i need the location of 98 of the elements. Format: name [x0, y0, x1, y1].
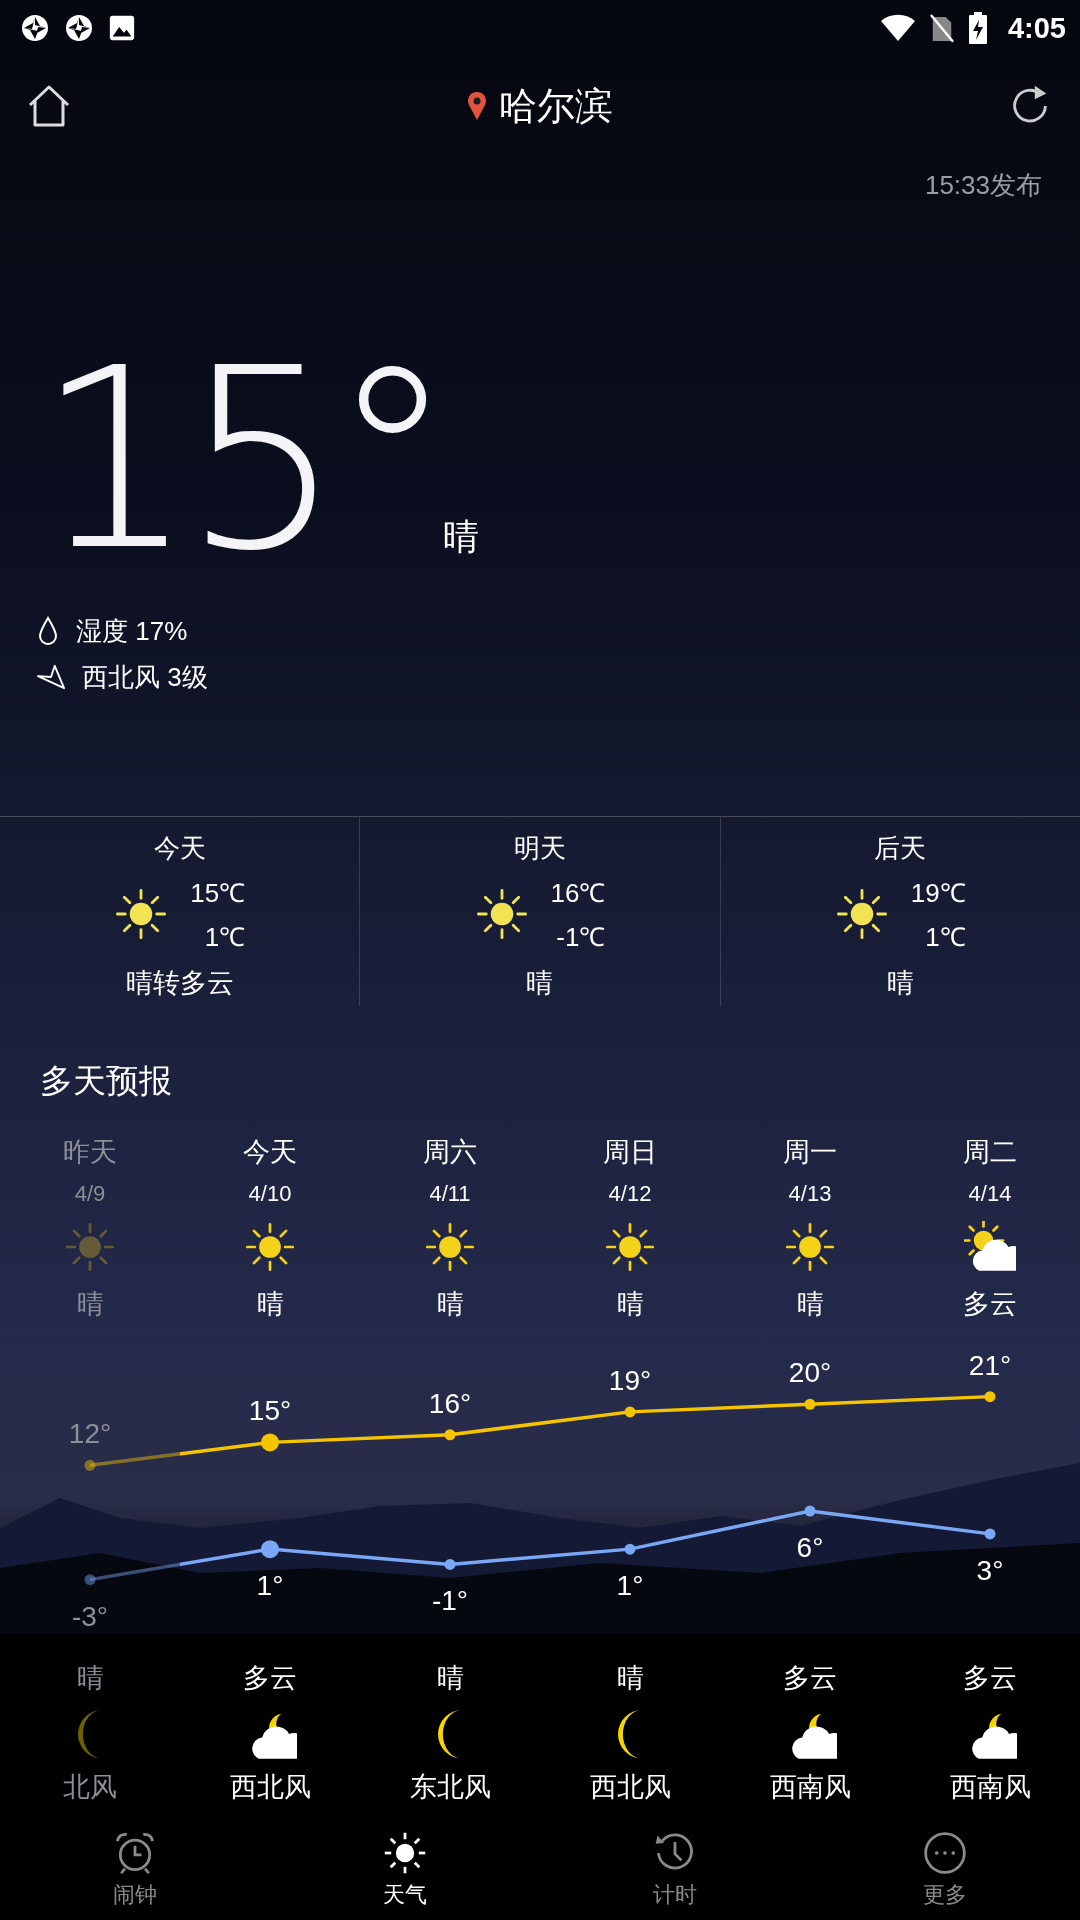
- low-temperature: -1℃: [556, 921, 606, 954]
- sun-icon: [784, 1221, 836, 1273]
- day-label: 今天: [243, 1136, 297, 1169]
- wind-direction: 西北风: [229, 1771, 311, 1804]
- wind-direction: 北风: [63, 1771, 117, 1804]
- aperture-icon: [64, 13, 94, 43]
- water-drop-icon: [36, 616, 60, 646]
- section-title: 多天预报: [40, 1059, 172, 1102]
- temperature-label: 16°: [428, 1387, 472, 1419]
- wifi-icon: [879, 13, 916, 43]
- battery-charging-icon: [967, 12, 988, 44]
- temperature-label: 15°: [248, 1395, 292, 1427]
- day-label: 周二: [963, 1136, 1017, 1169]
- sun-icon: [604, 1221, 656, 1273]
- sun-icon: [244, 1221, 296, 1273]
- date-label: 4/12: [608, 1180, 652, 1208]
- temperature-label: 1°: [616, 1570, 644, 1602]
- day-label: 今天: [153, 832, 206, 865]
- temperature-point: [84, 1574, 96, 1586]
- high-temperature: 19℃: [910, 877, 966, 910]
- city-name: 哈尔滨: [499, 82, 613, 130]
- temperature-label: 6°: [796, 1532, 824, 1563]
- status-time: 4:05: [1007, 11, 1066, 45]
- temperature-point: [444, 1429, 456, 1441]
- weather-condition: 晴: [256, 1288, 284, 1321]
- high-temperature: 15℃: [190, 877, 246, 910]
- temperature-label: 20°: [788, 1357, 832, 1389]
- sun-icon: [424, 1221, 476, 1273]
- high-temperature: 16℃: [550, 877, 606, 910]
- wind-direction: 西南风: [949, 1771, 1031, 1804]
- day-label: 后天: [874, 832, 927, 865]
- sun-cloud-icon: [964, 1221, 1016, 1273]
- weather-condition: 晴: [436, 1288, 464, 1321]
- night-condition: 多云: [243, 1662, 297, 1695]
- wind-text: 西北风 3级: [82, 660, 208, 694]
- navigation-arrow-icon: [36, 663, 66, 691]
- more-icon: [922, 1830, 968, 1876]
- temperature-label: 12°: [68, 1418, 112, 1450]
- date-label: 4/14: [968, 1180, 1012, 1208]
- temperature-point: [261, 1540, 279, 1559]
- location-pin-icon: [467, 91, 487, 121]
- sun-icon: [834, 887, 889, 941]
- low-temperature: 1℃: [925, 921, 966, 954]
- day-label: 周日: [603, 1136, 657, 1169]
- wind-direction: 东北风: [409, 1771, 491, 1804]
- date-label: 4/13: [788, 1180, 832, 1208]
- night-condition: 晴: [616, 1662, 644, 1695]
- night-condition: 晴: [436, 1662, 464, 1695]
- temperature-point: [624, 1543, 636, 1555]
- current-temperature: 15°: [36, 330, 444, 590]
- current-condition: 晴: [443, 515, 480, 559]
- weather-condition: 晴: [886, 967, 914, 1000]
- weather-condition: 晴: [76, 1288, 104, 1321]
- date-label: 4/11: [429, 1180, 471, 1208]
- no-sim-icon: [929, 13, 954, 43]
- nav-tab[interactable]: 计时: [615, 1820, 735, 1920]
- night-condition: 晴: [76, 1662, 104, 1695]
- wind-direction: 西北风: [589, 1771, 671, 1804]
- weather-condition: 晴: [796, 1288, 824, 1321]
- temperature-label: 1°: [256, 1570, 284, 1602]
- date-label: 4/10: [248, 1180, 292, 1208]
- sun-icon: [474, 887, 529, 941]
- humidity-text: 湿度 17%: [76, 614, 188, 648]
- day-label: 周六: [423, 1136, 477, 1169]
- weather-condition: 晴转多云: [125, 967, 234, 1000]
- temperature-point: [624, 1406, 636, 1418]
- day-label: 周一: [783, 1136, 837, 1169]
- nav-tab[interactable]: 天气: [345, 1820, 465, 1920]
- low-temperature: 1℃: [204, 921, 246, 954]
- sun-icon: [64, 1221, 116, 1273]
- temperature-point: [984, 1528, 996, 1540]
- aperture-icon: [20, 13, 50, 43]
- wind-direction: 西南风: [769, 1771, 851, 1804]
- weather-condition: 晴: [526, 967, 554, 1000]
- night-condition: 多云: [963, 1662, 1017, 1695]
- nav-tab[interactable]: 更多: [885, 1820, 1005, 1920]
- temperature-label: 3°: [976, 1554, 1004, 1586]
- weather-condition: 多云: [963, 1288, 1017, 1321]
- temperature-point: [444, 1558, 456, 1570]
- nav-tab[interactable]: 闹钟: [75, 1820, 195, 1920]
- temperature-point: [261, 1433, 279, 1452]
- temperature-point: [84, 1459, 96, 1471]
- temperature-point: [804, 1505, 816, 1517]
- temperature-point: [804, 1398, 816, 1410]
- temperature-label: 19°: [608, 1364, 652, 1396]
- publish-time: 15:33发布: [924, 169, 1042, 202]
- temperature-point: [984, 1391, 996, 1403]
- temperature-label: -1°: [431, 1585, 469, 1617]
- temperature-label: -3°: [71, 1600, 109, 1632]
- day-label: 昨天: [63, 1136, 117, 1169]
- image-icon: [108, 14, 136, 42]
- temperature-label: 21°: [968, 1349, 1012, 1381]
- sun-icon: [382, 1830, 428, 1876]
- date-label: 4/9: [74, 1180, 106, 1208]
- sun-icon: [114, 887, 169, 941]
- night-condition: 多云: [783, 1662, 837, 1695]
- weather-condition: 晴: [616, 1288, 644, 1321]
- day-label: 明天: [514, 832, 566, 865]
